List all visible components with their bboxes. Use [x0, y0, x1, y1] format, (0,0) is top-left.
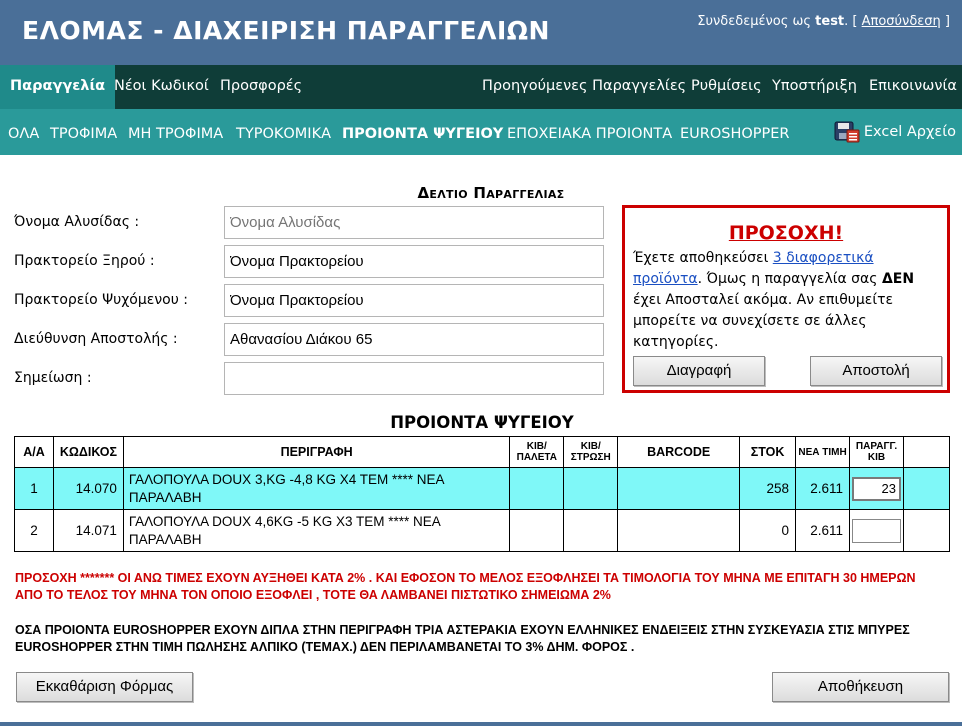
nav-item-support[interactable]: Υποστήριξη [772, 78, 857, 94]
products-table: Α/Α ΚΩΔΙΚΟΣ ΠΕΡΙΓΡΑΦΗ ΚΙΒ/ ΠΑΛΕΤΑ ΚΙΒ/ Σ… [14, 436, 950, 552]
category-non-food[interactable]: ΜΗ ΤΡΟΦΙΜΑ [128, 126, 223, 142]
chain-name-input[interactable] [224, 206, 604, 239]
row-qty-cell [849, 467, 905, 510]
col-stock: ΣΤΟΚ [739, 436, 797, 468]
chilled-agency-label: Πρακτορείο Ψυχόμενου : [14, 292, 188, 308]
row-boxes-per-layer [563, 467, 619, 510]
form-title: Δελτιο Παραγγελιας [417, 184, 565, 202]
col-aa: Α/Α [14, 436, 54, 468]
order-quantity-input[interactable] [852, 518, 902, 543]
main-nav: Παραγγελία Νέοι Κωδικοί Προσφορές Προηγο… [0, 65, 962, 109]
warning-text: Έχετε αποθηκεύσει 3 διαφορετικά προϊόντα… [633, 248, 933, 353]
logout-link[interactable]: Αποσύνδεση [862, 14, 941, 29]
logged-in-prefix: Συνδεδεμένος ως [697, 14, 812, 29]
app-title: ΕΛΟΜΑΣ - ΔΙΑΧΕΙΡΙΣΗ ΠΑΡΑΓΓΕΛΙΩΝ [22, 16, 550, 45]
table-header-row: Α/Α ΚΩΔΙΚΟΣ ΠΕΡΙΓΡΑΦΗ ΚΙΒ/ ΠΑΛΕΤΑ ΚΙΒ/ Σ… [14, 436, 950, 468]
row-barcode [617, 467, 741, 510]
dry-agency-label: Πρακτορείο Ξηρού : [14, 253, 155, 269]
warning-box: ΠΡΟΣΟΧΗ! Έχετε αποθηκεύσει 3 διαφορετικά… [622, 205, 950, 393]
col-description: ΠΕΡΙΓΡΑΦΗ [122, 436, 511, 468]
row-code: 14.070 [52, 467, 124, 510]
chain-name-label: Όνομα Αλυσίδας : [14, 214, 140, 230]
products-title: ΠΡΟΙΟΝΤΑ ΨΥΓΕΙΟΥ [390, 413, 574, 432]
note-input[interactable] [224, 362, 604, 395]
col-new-price: ΝΕΑ ΤΙΜΗ [795, 436, 851, 468]
row-stock: 0 [739, 509, 797, 552]
open-bracket: . [ [844, 14, 858, 29]
delete-button[interactable]: Διαγραφή [633, 356, 765, 386]
euroshopper-notice: ΟΣΑ ΠΡΟΙΟΝΤΑ EUROSHOPPER ΕΧΟΥΝ ΔΙΠΛΑ ΣΤΗ… [15, 623, 910, 654]
shipping-address-label: Διεύθυνση Αποστολής : [14, 331, 178, 347]
row-boxes-per-pallet [509, 467, 565, 510]
row-aa: 2 [14, 509, 54, 552]
row-code: 14.071 [52, 509, 124, 552]
col-order-boxes: ΠΑΡΑΓΓ. ΚΙΒ [849, 436, 905, 468]
warning-text-mid: . Όμως η παραγγελία σας [697, 271, 878, 287]
col-boxes-per-pallet: ΚΙΒ/ ΠΑΛΕΤΑ [509, 436, 565, 468]
row-barcode [617, 509, 741, 552]
close-bracket: ] [944, 14, 950, 29]
shipping-address-input[interactable] [224, 323, 604, 356]
send-button[interactable]: Αποστολή [810, 356, 942, 386]
nav-item-settings[interactable]: Ρυθμίσεις [691, 78, 762, 94]
category-food[interactable]: ΤΡΟΦΙΜΑ [50, 126, 117, 142]
row-aa: 1 [14, 467, 54, 510]
bottom-border [0, 722, 962, 726]
warning-title: ΠΡΟΣΟΧΗ! [728, 222, 844, 244]
row-qty-cell [849, 509, 905, 552]
category-fridge-products[interactable]: ΠΡΟΙΟΝΤΑ ΨΥΓΕΙΟΥ [342, 126, 503, 142]
row-stock: 258 [739, 467, 797, 510]
price-increase-notice: ΠΡΟΣΟΧΗ ******* ΟΙ ΑΝΩ ΤΙΜΕΣ ΕΧΟΥΝ ΑΥΞΗΘ… [15, 571, 916, 602]
col-barcode: BARCODE [617, 436, 741, 468]
chilled-agency-input[interactable] [224, 284, 604, 317]
app-header: ΕΛΟΜΑΣ - ΔΙΑΧΕΙΡΙΣΗ ΠΑΡΑΓΓΕΛΙΩΝ Συνδεδεμ… [0, 0, 962, 65]
category-dairy[interactable]: ΤΥΡΟΚΟΜΙΚΑ [236, 126, 331, 142]
table-row: 2 14.071 ΓΑΛΟΠΟΥΛΑ DOUX 4,6KG -5 KG X3 T… [14, 509, 950, 552]
nav-item-new-codes[interactable]: Νέοι Κωδικοί [114, 78, 209, 94]
row-price: 2.611 [795, 509, 851, 552]
row-description: ΓΑΛΟΠΟΥΛΑ DOUX 4,6KG -5 KG X3 TEM **** Ν… [122, 509, 511, 552]
col-boxes-per-layer: ΚΙΒ/ ΣΤΡΩΣΗ [563, 436, 619, 468]
row-boxes-per-pallet [509, 509, 565, 552]
nav-item-previous-orders[interactable]: Προηγούμενες Παραγγελίες [482, 78, 686, 94]
row-price: 2.611 [795, 467, 851, 510]
row-boxes-per-layer [563, 509, 619, 552]
username: test [815, 14, 845, 29]
clear-form-button[interactable]: Εκκαθάριση Φόρμας [16, 672, 193, 702]
category-nav: ΟΛΑ ΤΡΟΦΙΜΑ ΜΗ ΤΡΟΦΙΜΑ ΤΥΡΟΚΟΜΙΚΑ ΠΡΟΙΟΝ… [0, 109, 962, 155]
save-button[interactable]: Αποθήκευση [772, 672, 949, 702]
floppy-disk-icon [834, 121, 860, 143]
category-seasonal[interactable]: ΕΠΟΧΕΙΑΚΑ ΠΡΟΙΟΝΤΑ [507, 126, 672, 142]
row-description: ΓΑΛΟΠΟΥΛΑ DOUX 3,KG -4,8 KG X4 TEM **** … [122, 467, 511, 510]
excel-label: Excel Αρχείο [863, 124, 956, 140]
user-box: Συνδεδεμένος ως test. [ Αποσύνδεση ] [697, 14, 950, 29]
excel-export-link[interactable]: Excel Αρχείο [834, 121, 956, 143]
row-extra [903, 467, 950, 510]
nav-item-contact[interactable]: Επικοινωνία [869, 78, 957, 94]
row-extra [903, 509, 950, 552]
category-all[interactable]: ΟΛΑ [8, 126, 39, 142]
table-row: 1 14.070 ΓΑΛΟΠΟΥΛΑ DOUX 3,KG -4,8 KG X4 … [14, 467, 950, 510]
category-euroshopper[interactable]: EUROSHOPPER [680, 126, 790, 142]
dry-agency-input[interactable] [224, 245, 604, 278]
warning-text-bold: ΔΕΝ [881, 271, 915, 287]
nav-item-offers[interactable]: Προσφορές [220, 78, 302, 94]
order-quantity-input[interactable] [852, 476, 902, 501]
warning-text-end: έχει Αποσταλεί ακόμα. Αν επιθυμείτε μπορ… [633, 292, 894, 350]
nav-item-order[interactable]: Παραγγελία [0, 65, 116, 109]
warning-text-start: Έχετε αποθηκεύσει [633, 250, 769, 266]
note-label: Σημείωση : [14, 370, 92, 386]
col-extra [903, 436, 950, 468]
col-code: ΚΩΔΙΚΟΣ [52, 436, 124, 468]
